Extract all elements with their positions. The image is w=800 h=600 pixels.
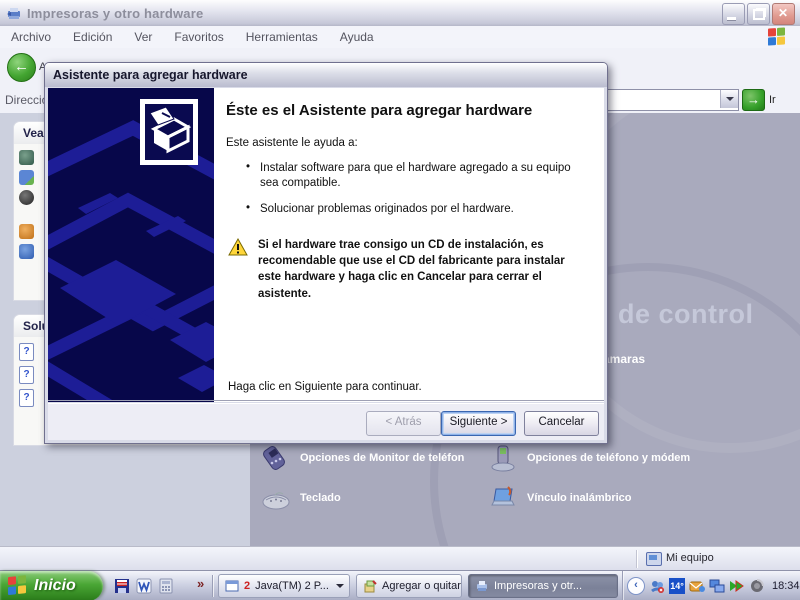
help-doc-icon[interactable]: ? <box>19 389 34 407</box>
status-bar: Mi equipo <box>0 546 800 571</box>
windows-logo-icon <box>768 27 786 46</box>
taskbar-divider <box>212 575 213 597</box>
wizard-bullet-1: • Instalar software para que el hardware… <box>246 161 591 192</box>
wizard-heading: Éste es el Asistente para agregar hardwa… <box>226 102 533 119</box>
chevron-down-icon <box>335 584 344 592</box>
group-count-badge: 2 <box>244 580 251 592</box>
menu-edicion[interactable]: Edición <box>62 30 123 44</box>
restore-icon <box>753 9 765 20</box>
content-item-label[interactable]: Vínculo inalámbrico <box>527 492 632 504</box>
back-button[interactable]: ← <box>7 53 36 82</box>
close-button[interactable]: ✕ <box>772 3 795 25</box>
menu-bar: Archivo Edición Ver Favoritos Herramient… <box>0 26 800 49</box>
wizard-intro: Este asistente le ayuda a: <box>226 136 358 149</box>
tray-collapse-chevron-icon[interactable]: ‹ <box>627 577 645 595</box>
help-doc-icon[interactable]: ? <box>19 366 34 384</box>
window-titlebar[interactable]: Impresoras y otro hardware ✕ <box>0 0 800 26</box>
messenger-icon[interactable] <box>649 578 665 594</box>
help-doc-icon[interactable]: ? <box>19 343 34 361</box>
weather-temp-icon[interactable]: 14° <box>669 578 685 594</box>
my-computer-icon <box>646 552 662 566</box>
printer-hand-icon <box>477 581 487 591</box>
windows-update-icon[interactable] <box>19 150 34 165</box>
users-icon[interactable] <box>19 224 34 239</box>
panel-de-control-watermark: l de control <box>602 299 754 329</box>
quicklaunch-floppy-icon[interactable] <box>114 578 130 594</box>
bullet-icon: • <box>246 160 251 173</box>
spinner-icon[interactable] <box>749 578 765 594</box>
content-item-label[interactable]: Opciones de teléfono y módem <box>527 452 690 464</box>
quicklaunch-overflow-chevron[interactable]: » <box>197 576 204 591</box>
restore-button[interactable] <box>747 3 770 25</box>
menu-favoritos[interactable]: Favoritos <box>163 30 234 44</box>
wizard-hint: Haga clic en Siguiente para continuar. <box>228 381 422 393</box>
minimize-button[interactable] <box>722 3 745 25</box>
minimize-icon <box>727 17 736 20</box>
go-label[interactable]: Ir <box>769 94 776 106</box>
menu-archivo[interactable]: Archivo <box>0 30 62 44</box>
warning-icon <box>228 238 248 256</box>
wizard-watermark <box>48 88 214 402</box>
content-item-label[interactable]: Teclado <box>300 492 341 504</box>
system-tray: ‹ 14° 18:34 <box>622 571 800 600</box>
taskbar-button-label: Java(TM) 2 P... <box>255 580 329 592</box>
dialog-titlebar[interactable]: Asistente para agregar hardware <box>45 63 607 87</box>
taskbar-button-agregar[interactable]: Agregar o quitar... <box>356 574 462 598</box>
menu-ver[interactable]: Ver <box>123 30 163 44</box>
add-remove-programs-icon <box>364 580 377 593</box>
statusbar-divider <box>636 550 637 568</box>
content-item-teclado[interactable]: Teclado <box>261 483 341 513</box>
window-title: Impresoras y otro hardware <box>27 5 204 21</box>
laptop-icon <box>491 486 515 506</box>
close-icon: ✕ <box>777 6 789 20</box>
quicklaunch-calculator-icon[interactable] <box>158 578 174 594</box>
mail-icon[interactable] <box>689 578 705 594</box>
wizard-bullet-2: • Solucionar problemas originados por el… <box>246 202 591 218</box>
window-icon <box>225 580 239 592</box>
content-item-telefono-modem[interactable]: Opciones de teléfono y módem <box>488 443 690 473</box>
back-wizard-button[interactable]: < Atrás <box>366 411 441 436</box>
next-button[interactable]: Siguiente > <box>441 411 516 436</box>
sound-icon[interactable] <box>19 190 34 205</box>
menu-herramientas[interactable]: Herramientas <box>235 30 329 44</box>
printer-hand-icon <box>7 8 20 19</box>
sync-arrows-icon[interactable] <box>729 578 745 594</box>
taskbar-button-java[interactable]: 2 Java(TM) 2 P... <box>218 574 350 598</box>
content-item-vinculo[interactable]: Vínculo inalámbrico <box>488 483 632 513</box>
cancel-button[interactable]: Cancelar <box>524 411 599 436</box>
phone-options-icon <box>263 446 285 470</box>
add-hardware-wizard-dialog: Asistente para agregar hardware Éste es … <box>44 62 608 444</box>
start-button[interactable]: Inicio <box>0 571 103 600</box>
quicklaunch-word-icon[interactable] <box>136 578 152 594</box>
start-label: Inicio <box>34 577 76 594</box>
menu-ayuda[interactable]: Ayuda <box>329 30 385 44</box>
add-hardware-icon <box>140 99 198 165</box>
taskbar-button-impresoras[interactable]: Impresoras y otr... <box>468 574 618 598</box>
content-item-opciones-monitor[interactable]: Opciones de Monitor de teléfon <box>261 443 464 473</box>
monitor-update-icon[interactable] <box>19 170 34 185</box>
bullet-icon: • <box>246 201 251 214</box>
windows-flag-icon <box>8 575 28 597</box>
content-item-label[interactable]: Opciones de Monitor de teléfon <box>300 452 464 464</box>
network-icon[interactable] <box>709 578 725 594</box>
taskbar-button-label: Agregar o quitar... <box>382 580 462 592</box>
address-dropdown-button[interactable] <box>720 90 738 108</box>
go-button[interactable]: → <box>742 89 765 111</box>
dialog-footer: < Atrás Siguiente > Cancelar <box>48 404 604 440</box>
taskbar: Inicio » 2 Java(TM) 2 P... Agregar o qui… <box>0 570 800 600</box>
statusbar-zone: Mi equipo <box>666 552 714 564</box>
accessibility-icon[interactable] <box>19 244 34 259</box>
keyboard-icon <box>262 492 290 510</box>
content-item-clipped[interactable]: ámaras <box>603 352 645 366</box>
phone-modem-icon <box>491 445 515 472</box>
taskbar-button-label: Impresoras y otr... <box>494 580 583 592</box>
taskbar-clock[interactable]: 18:34 <box>772 580 800 592</box>
desktop: Impresoras y otro hardware ✕ Archivo Edi… <box>0 0 800 600</box>
wizard-warning: Si el hardware trae consigo un CD de ins… <box>228 237 591 301</box>
